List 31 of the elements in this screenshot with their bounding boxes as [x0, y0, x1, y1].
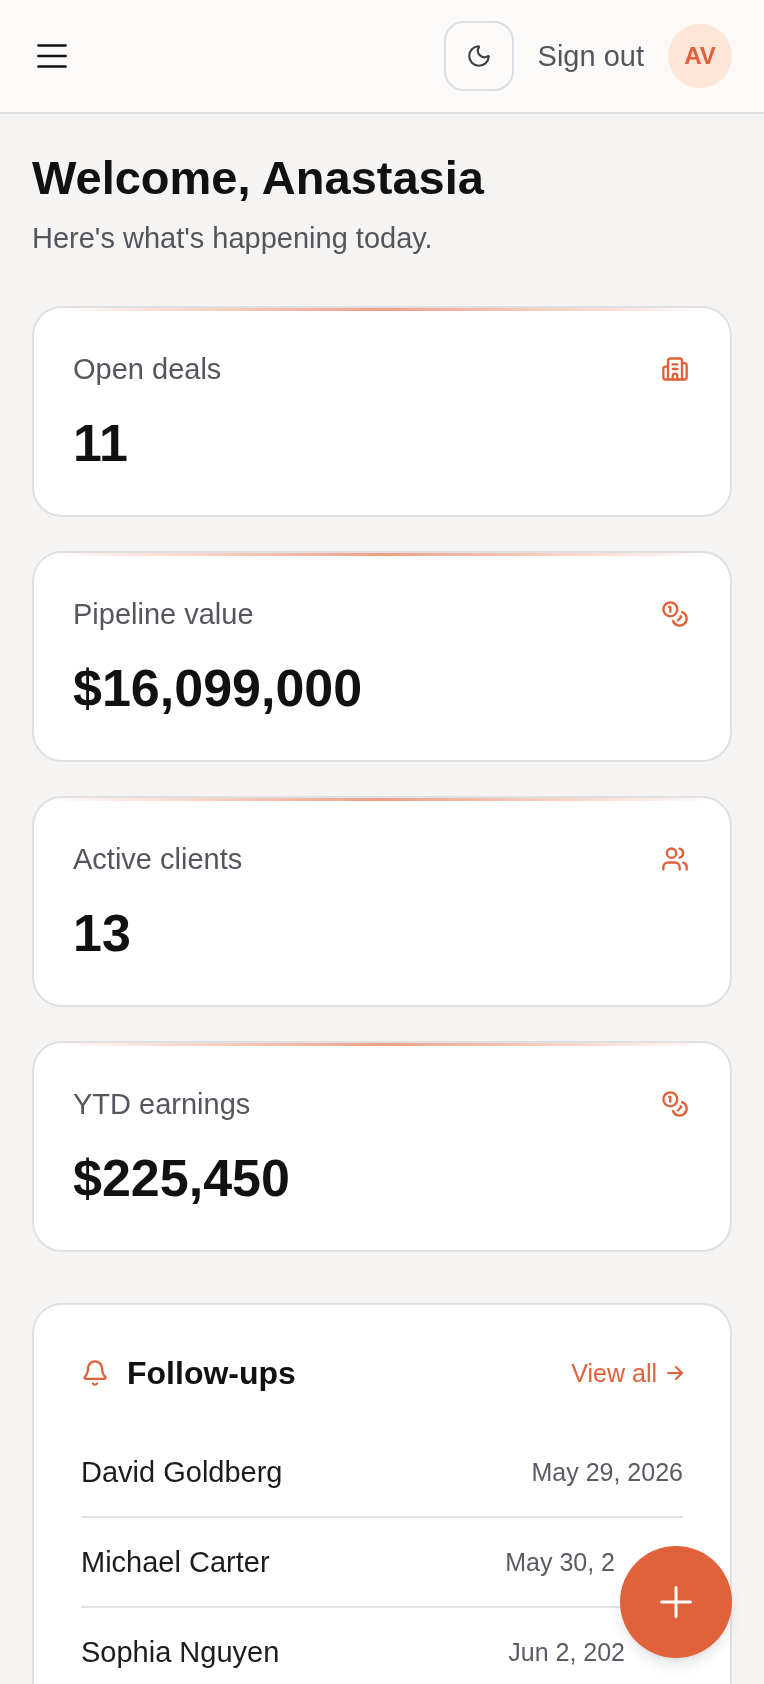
moon-icon: [465, 43, 492, 69]
follow-up-date: Jun 2, 202: [508, 1637, 625, 1668]
building-icon: [661, 355, 689, 383]
stat-label: YTD earnings: [73, 1087, 251, 1122]
theme-toggle-button[interactable]: [443, 21, 514, 91]
welcome-subtitle: Here's what's happening today.: [32, 221, 434, 256]
welcome-title: Welcome, Anastasia: [32, 151, 486, 205]
stat-value: $16,099,000: [73, 660, 363, 716]
user-avatar[interactable]: AV: [668, 24, 732, 88]
section-title: Follow-ups: [127, 1354, 296, 1393]
menu-icon: [37, 44, 67, 68]
plus-icon: [660, 1586, 692, 1618]
bell-icon: [81, 1359, 109, 1387]
follow-up-date: May 29, 2026: [531, 1457, 683, 1488]
menu-button[interactable]: [37, 44, 67, 68]
coins-icon: [661, 1090, 689, 1118]
stat-value: 13: [73, 905, 131, 961]
sign-out-button[interactable]: Sign out: [537, 38, 644, 74]
users-icon: [661, 845, 689, 873]
coins-icon: [661, 600, 689, 628]
stat-label: Pipeline value: [73, 597, 254, 632]
stat-label: Open deals: [73, 352, 222, 387]
stat-label: Active clients: [73, 842, 243, 877]
follow-up-name: Sophia Nguyen: [81, 1635, 280, 1670]
view-all-link[interactable]: View all: [571, 1357, 683, 1389]
stat-value: 11: [73, 415, 128, 471]
follow-up-name: David Goldberg: [81, 1455, 283, 1490]
arrow-right-icon: [667, 1366, 683, 1380]
stat-value: $225,450: [73, 1150, 290, 1206]
follow-up-name: Michael Carter: [81, 1545, 270, 1580]
follow-up-date: May 30, 2: [505, 1547, 615, 1578]
